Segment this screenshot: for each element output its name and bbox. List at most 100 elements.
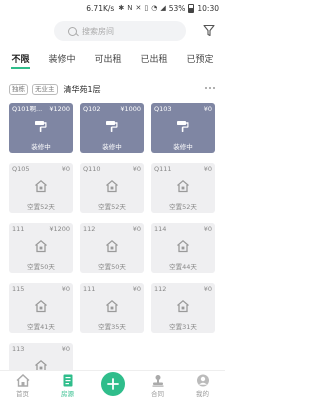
room-card[interactable]: 112 ¥0 空置50天 (80, 223, 144, 273)
room-status: 空置35天 (98, 323, 126, 331)
paint-roller-icon (34, 119, 48, 133)
building-tag: 无业主 (32, 83, 58, 95)
room-number: Q102 (83, 105, 101, 113)
tab-all[interactable]: 不限 (11, 52, 30, 69)
room-number: Q103 (154, 105, 172, 113)
nav-home[interactable]: 首页 (3, 373, 43, 398)
room-price: ¥0 (203, 285, 212, 293)
room-price: ¥0 (132, 285, 141, 293)
room-status: 空置52天 (98, 203, 126, 211)
room-card-header: Q103 ¥0 (154, 105, 212, 114)
room-card[interactable]: Q110 ¥0 空置52天 (80, 163, 144, 213)
room-card[interactable]: 111 ¥0 空置35天 (80, 283, 144, 333)
room-number: 111 (83, 285, 96, 293)
room-number: 113 (12, 345, 25, 353)
room-status: 空置44天 (169, 263, 197, 271)
house-icon (105, 179, 119, 193)
room-status: 空置31天 (169, 323, 197, 331)
room-number: Q111 (154, 165, 172, 173)
tab-reserved[interactable]: 已预定 (186, 52, 213, 69)
room-card-header: 113 ¥0 (12, 345, 70, 354)
room-status: 空置52天 (169, 203, 197, 211)
nav-mine-label: 我的 (196, 389, 209, 398)
room-card[interactable]: 115 ¥0 空置41天 (9, 283, 73, 333)
nav-add[interactable] (93, 371, 133, 396)
tab-rented[interactable]: 已出租 (140, 52, 167, 69)
paint-roller-icon (105, 119, 119, 133)
room-price: ¥0 (61, 285, 70, 293)
search-icon (68, 26, 77, 36)
room-status: 空置50天 (27, 263, 55, 271)
battery-percent: 53% (168, 3, 186, 13)
nav-home-label: 首页 (16, 389, 29, 398)
search-input[interactable]: 搜索房间 (54, 21, 186, 41)
room-number: Q105 (12, 165, 30, 173)
nav-contract-label: 合同 (151, 389, 164, 398)
room-price: ¥1200 (49, 225, 70, 233)
room-status: 空置52天 (27, 203, 55, 211)
search-placeholder: 搜索房间 (82, 26, 114, 36)
room-card[interactable]: Q101啊... ¥1200 装修中 (9, 103, 73, 153)
battery-icon (188, 3, 195, 13)
house-icon (176, 179, 190, 193)
status-bar: 6.71K/s ✱ N ✕ ▯ ◔ ◢ 53% 10:30 (0, 0, 225, 16)
room-card[interactable]: 111 ¥1200 空置50天 (9, 223, 73, 273)
nav-mine[interactable]: 我的 (183, 374, 223, 398)
nav-rooms[interactable]: 房源 (48, 374, 88, 398)
room-grid: Q101啊... ¥1200 装修中 Q102 ¥1000 装修中 Q103 ¥0 装修中 Q10… (9, 103, 216, 393)
house-icon (34, 179, 48, 193)
room-price: ¥0 (203, 165, 212, 173)
room-card-header: Q111 ¥0 (154, 165, 212, 174)
room-card-header: 111 ¥0 (83, 285, 141, 294)
nav-contract[interactable]: 合同 (138, 374, 178, 398)
room-status: 空置41天 (27, 323, 55, 331)
tab-available[interactable]: 可出租 (94, 52, 121, 69)
paint-roller-icon (176, 119, 190, 133)
more-icon[interactable] (205, 87, 215, 89)
stamp-icon (152, 374, 163, 387)
room-price: ¥0 (61, 345, 70, 353)
building-header: 独栋 无业主 清华苑1层 (0, 82, 225, 96)
house-icon (34, 299, 48, 313)
room-card[interactable]: Q111 ¥0 空置52天 (151, 163, 215, 213)
status-tabs: 不限 装修中 可出租 已出租 已预定 (0, 50, 225, 70)
signal-icon: ◢ (160, 4, 166, 12)
room-card-header: 115 ¥0 (12, 285, 70, 294)
home-icon (16, 373, 29, 387)
user-icon (196, 374, 209, 386)
room-price: ¥1000 (120, 105, 141, 113)
search-row: 搜索房间 (0, 20, 225, 42)
room-status: 装修中 (173, 143, 193, 151)
room-number: 112 (83, 225, 96, 233)
room-card[interactable]: 114 ¥0 空置44天 (151, 223, 215, 273)
room-card[interactable]: 112 ¥0 空置31天 (151, 283, 215, 333)
room-number: Q110 (83, 165, 101, 173)
filter-icon[interactable] (203, 24, 215, 37)
room-card-header: 111 ¥1200 (12, 225, 70, 234)
room-price: ¥0 (203, 225, 212, 233)
network-speed: 6.71K/s (86, 3, 115, 13)
room-price: ¥0 (132, 225, 141, 233)
room-card-header: Q105 ¥0 (12, 165, 70, 174)
building-name: 清华苑1层 (63, 84, 101, 94)
vibrate-icon: ▯ (144, 4, 149, 12)
room-number: 114 (154, 225, 167, 233)
house-icon (105, 299, 119, 313)
add-button[interactable] (100, 371, 125, 396)
room-number: 115 (12, 285, 25, 293)
room-card[interactable]: Q103 ¥0 装修中 (151, 103, 215, 153)
room-card-header: 112 ¥0 (83, 225, 141, 234)
room-card[interactable]: Q102 ¥1000 装修中 (80, 103, 144, 153)
house-icon (34, 239, 48, 253)
room-card-header: Q101啊... ¥1200 (12, 105, 70, 114)
room-card-header: Q110 ¥0 (83, 165, 141, 174)
mute-icon: ✕ (135, 4, 142, 12)
wifi-icon: ◔ (151, 4, 158, 12)
room-card[interactable]: Q105 ¥0 空置52天 (9, 163, 73, 213)
room-price: ¥0 (132, 165, 141, 173)
room-card-header: 112 ¥0 (154, 285, 212, 294)
tab-renovating[interactable]: 装修中 (48, 52, 75, 69)
room-price: ¥1200 (49, 105, 70, 113)
room-status: 装修中 (31, 143, 51, 151)
room-price: ¥0 (61, 165, 70, 173)
